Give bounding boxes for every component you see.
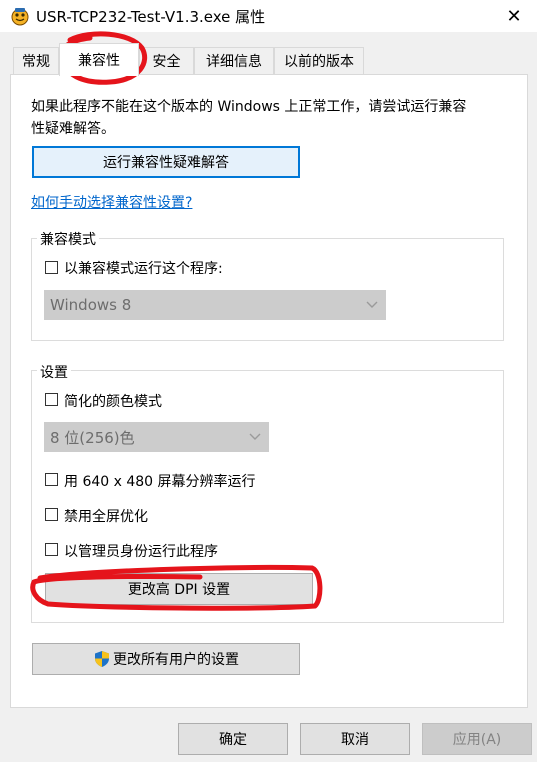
- compat-mode-legend: 兼容模式: [37, 229, 99, 249]
- app-icon: [11, 8, 29, 26]
- change-high-dpi-button[interactable]: 更改高 DPI 设置: [45, 573, 313, 605]
- res-640-label[interactable]: 用 640 x 480 屏幕分辨率运行: [64, 471, 256, 491]
- ok-label: 确定: [219, 732, 247, 748]
- res-640-checkbox[interactable]: [45, 473, 58, 486]
- manual-compat-settings-link[interactable]: 如何手动选择兼容性设置?: [31, 192, 192, 212]
- color-depth-select[interactable]: 8 位(256)色: [44, 422, 269, 452]
- reduced-color-label[interactable]: 简化的颜色模式: [64, 391, 162, 411]
- close-button[interactable]: ✕: [491, 0, 537, 32]
- disable-fullscreen-opt-checkbox[interactable]: [45, 508, 58, 521]
- tab-security-label: 安全: [152, 54, 181, 70]
- tab-compatibility[interactable]: 兼容性: [59, 43, 139, 76]
- close-icon: ✕: [506, 5, 522, 27]
- chevron-down-icon: [366, 301, 378, 308]
- tab-details-label: 详细信息: [206, 54, 262, 70]
- cancel-button[interactable]: 取消: [300, 723, 410, 755]
- tab-previous-versions-label: 以前的版本: [284, 54, 354, 70]
- change-all-users-button[interactable]: 更改所有用户的设置: [32, 643, 300, 675]
- change-high-dpi-label: 更改高 DPI 设置: [127, 582, 231, 598]
- color-depth-select-value: 8 位(256)色: [50, 428, 135, 447]
- tab-previous-versions[interactable]: 以前的版本: [274, 47, 364, 74]
- intro-text-line2: 性疑难解答。: [31, 121, 115, 137]
- apply-button[interactable]: 应用(A): [422, 723, 532, 755]
- run-troubleshooter-label: 运行兼容性疑难解答: [103, 155, 229, 171]
- title-bar: USR-TCP232-Test-V1.3.exe 属性 ✕: [0, 0, 537, 32]
- window-title: USR-TCP232-Test-V1.3.exe 属性: [36, 8, 266, 26]
- tab-general[interactable]: 常规: [13, 47, 59, 74]
- tab-general-label: 常规: [22, 54, 50, 70]
- tab-details[interactable]: 详细信息: [194, 47, 274, 74]
- os-version-select-value: Windows 8: [50, 296, 132, 314]
- compat-mode-checkbox[interactable]: [45, 261, 58, 274]
- uac-shield-icon: [95, 651, 109, 667]
- chevron-down-icon: [249, 433, 261, 440]
- change-all-users-label: 更改所有用户的设置: [113, 652, 239, 668]
- tab-compatibility-label: 兼容性: [78, 53, 120, 69]
- ok-button[interactable]: 确定: [178, 723, 288, 755]
- run-as-admin-label[interactable]: 以管理员身份运行此程序: [64, 541, 218, 561]
- run-troubleshooter-button[interactable]: 运行兼容性疑难解答: [32, 146, 300, 178]
- compat-mode-checkbox-label[interactable]: 以兼容模式运行这个程序:: [64, 258, 223, 278]
- tab-security[interactable]: 安全: [139, 47, 194, 74]
- cancel-label: 取消: [341, 732, 369, 748]
- apply-label: 应用(A): [452, 732, 502, 748]
- os-version-select[interactable]: Windows 8: [44, 290, 386, 320]
- settings-legend: 设置: [37, 362, 71, 382]
- intro-text-line1: 如果此程序不能在这个版本的 Windows 上正常工作，请尝试运行兼容: [31, 99, 467, 115]
- reduced-color-checkbox[interactable]: [45, 393, 58, 406]
- disable-fullscreen-opt-label[interactable]: 禁用全屏优化: [64, 506, 148, 526]
- run-as-admin-checkbox[interactable]: [45, 543, 58, 556]
